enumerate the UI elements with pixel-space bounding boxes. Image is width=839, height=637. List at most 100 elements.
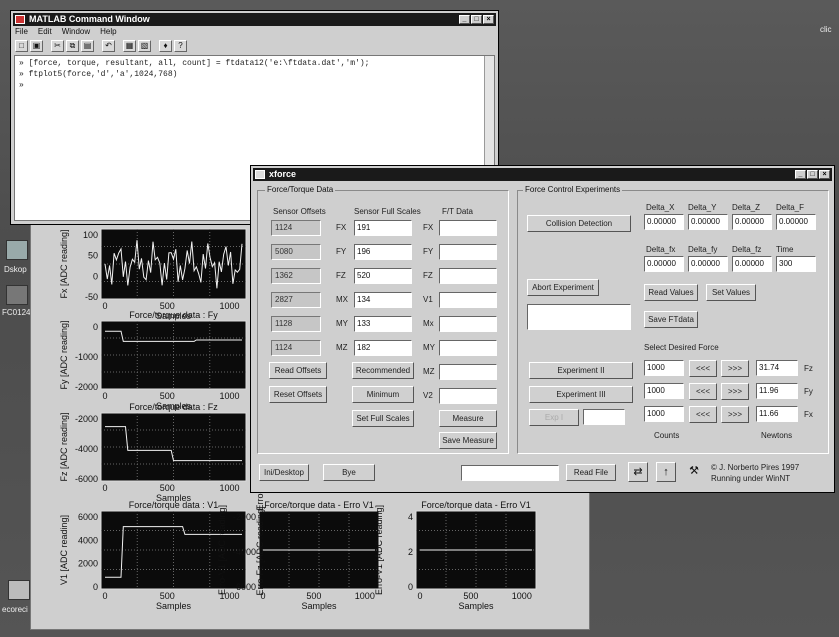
full-scale-field[interactable]: 133 <box>354 316 412 332</box>
copy-icon[interactable]: ⧉ <box>66 40 79 52</box>
matlab-menu-bar: File Edit Window Help <box>15 27 117 36</box>
measure-button[interactable]: Measure <box>439 410 497 427</box>
side-y-axis-label: Erro-Fz [ADC reading] <box>255 506 265 595</box>
decrease-force-button[interactable]: <<< <box>689 406 717 423</box>
ft-label: FZ <box>423 271 433 280</box>
scale-label: FX <box>336 223 347 232</box>
transfer-arrows-icon[interactable]: ⇄ <box>628 462 648 482</box>
ft-data-field[interactable] <box>439 388 497 404</box>
ft-data-field[interactable] <box>439 292 497 308</box>
open-file-icon[interactable]: ▣ <box>30 40 43 52</box>
maximize-button[interactable]: □ <box>807 170 818 179</box>
workspace-icon[interactable]: ▦ <box>123 40 136 52</box>
desktop-folder-icon[interactable] <box>8 580 30 600</box>
ft-data-field[interactable] <box>439 244 497 260</box>
ft-data-field[interactable] <box>439 340 497 356</box>
increase-force-button[interactable]: >>> <box>721 360 749 377</box>
delta-f-field[interactable]: 0.00000 <box>776 214 816 230</box>
x-tick-label: 1000 <box>355 591 375 601</box>
force-counts-field[interactable]: 1000 <box>644 360 684 376</box>
menu-help[interactable]: Help <box>100 27 116 36</box>
experiment-status-field[interactable] <box>527 304 631 330</box>
recommended-button[interactable]: Recommended <box>352 362 414 379</box>
close-button[interactable]: × <box>483 15 494 24</box>
minimize-button[interactable]: _ <box>795 170 806 179</box>
path-icon[interactable]: ▧ <box>138 40 151 52</box>
read-file-button[interactable]: Read File <box>566 464 616 481</box>
force-newtons-field[interactable]: 11.96 <box>756 383 798 399</box>
file-name-field[interactable] <box>461 465 559 481</box>
read-values-button[interactable]: Read Values <box>644 284 698 301</box>
ft-data-field[interactable] <box>439 364 497 380</box>
x-axis-label: Samples <box>301 601 337 611</box>
scale-label: MZ <box>336 343 348 352</box>
menu-file[interactable]: File <box>15 27 28 36</box>
up-arrow-icon[interactable]: ↑ <box>656 462 676 482</box>
xforce-title-bar: xforce _ □ × <box>253 168 832 181</box>
delta-x-field[interactable]: 0.00000 <box>644 214 684 230</box>
delta-fx-field[interactable]: 0.00000 <box>644 256 684 272</box>
y-tick-label: 0 <box>93 582 98 592</box>
force-newtons-field[interactable]: 31.74 <box>756 360 798 376</box>
paste-icon[interactable]: ▤ <box>81 40 94 52</box>
delta-y-field[interactable]: 0.00000 <box>688 214 728 230</box>
minimum-button[interactable]: Minimum <box>352 386 414 403</box>
x-tick-label: 1000 <box>220 391 240 401</box>
time-field[interactable]: 300 <box>776 256 816 272</box>
decrease-force-button[interactable]: <<< <box>689 360 717 377</box>
close-button[interactable]: × <box>819 170 830 179</box>
experiment-ii-button[interactable]: Experiment II <box>529 362 633 379</box>
full-scale-field[interactable]: 520 <box>354 268 412 284</box>
cut-icon[interactable]: ✂ <box>51 40 64 52</box>
force-counts-field[interactable]: 1000 <box>644 383 684 399</box>
desktop-program-icon[interactable] <box>6 285 28 305</box>
set-values-button[interactable]: Set Values <box>706 284 756 301</box>
force-unit-label: Fy <box>804 387 813 396</box>
ini-desktop-button[interactable]: Ini/Desktop <box>259 464 309 481</box>
delta-label: Delta_fx <box>646 245 676 254</box>
read-offsets-button[interactable]: Read Offsets <box>269 362 327 379</box>
disabled-experiment-button[interactable]: Exp I <box>529 409 579 426</box>
ft-data-field[interactable] <box>439 220 497 236</box>
bye-button[interactable]: Bye <box>323 464 375 481</box>
experiment-param-field[interactable] <box>583 409 625 425</box>
abort-experiment-button[interactable]: Abort Experiment <box>527 279 599 296</box>
increase-force-button[interactable]: >>> <box>721 406 749 423</box>
decrease-force-button[interactable]: <<< <box>689 383 717 400</box>
scale-label: FZ <box>336 271 346 280</box>
undo-icon[interactable]: ↶ <box>102 40 115 52</box>
delta-fz-field[interactable]: 0.00000 <box>732 256 772 272</box>
reset-offsets-button[interactable]: Reset Offsets <box>269 386 327 403</box>
ft-data-field[interactable] <box>439 316 497 332</box>
full-scale-field[interactable]: 134 <box>354 292 412 308</box>
collision-detection-button[interactable]: Collision Detection <box>527 215 631 232</box>
matlab-app-icon <box>15 15 25 24</box>
y-tick-label: -50 <box>85 292 98 302</box>
increase-force-button[interactable]: >>> <box>721 383 749 400</box>
help-icon[interactable]: ? <box>174 40 187 52</box>
x-tick-label: 1000 <box>220 483 240 493</box>
force-counts-field[interactable]: 1000 <box>644 406 684 422</box>
save-ftdata-button[interactable]: Save FTdata <box>644 311 698 328</box>
delta-fy-field[interactable]: 0.00000 <box>688 256 728 272</box>
delta-z-field[interactable]: 0.00000 <box>732 214 772 230</box>
new-file-icon[interactable]: □ <box>15 40 28 52</box>
save-measure-button[interactable]: Save Measure <box>439 432 497 449</box>
minimize-button[interactable]: _ <box>459 15 470 24</box>
scale-label: MX <box>336 295 348 304</box>
menu-window[interactable]: Window <box>62 27 90 36</box>
full-scale-field[interactable]: 196 <box>354 244 412 260</box>
desktop-computer-icon[interactable] <box>6 240 28 260</box>
menu-edit[interactable]: Edit <box>38 27 52 36</box>
full-scale-field[interactable]: 191 <box>354 220 412 236</box>
ft-data-field[interactable] <box>439 268 497 284</box>
full-scale-field[interactable]: 182 <box>354 340 412 356</box>
maximize-button[interactable]: □ <box>471 15 482 24</box>
simulink-icon[interactable]: ♦ <box>159 40 172 52</box>
set-full-scales-button[interactable]: Set Full Scales <box>352 410 414 427</box>
y-tick-label: 6000 <box>78 512 98 522</box>
force-newtons-field[interactable]: 11.66 <box>756 406 798 422</box>
experiment-iii-button[interactable]: Experiment III <box>529 386 633 403</box>
force-torque-section-title: Force/Torque Data <box>265 185 336 194</box>
force-unit-label: Fz <box>804 364 813 373</box>
